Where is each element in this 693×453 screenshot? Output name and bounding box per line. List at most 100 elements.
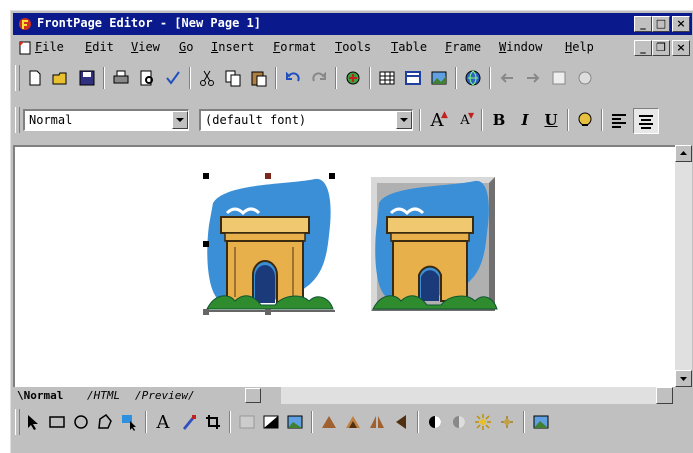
resize-handle-top-right[interactable] <box>329 173 335 179</box>
vertical-scrollbar[interactable] <box>675 145 692 387</box>
toolbar-grip[interactable] <box>15 409 20 435</box>
cut-icon[interactable] <box>195 66 219 90</box>
black-white-icon[interactable] <box>259 410 283 434</box>
menu-frame[interactable]: Frame <box>445 40 481 54</box>
chevron-down-icon <box>680 377 687 381</box>
resize-handle-left[interactable] <box>203 241 209 247</box>
tabs-scroll-button[interactable] <box>245 388 261 403</box>
highlight-hotspots-icon[interactable] <box>117 410 141 434</box>
menu-go[interactable]: Go <box>179 40 193 54</box>
forward-icon[interactable] <box>521 66 545 90</box>
doc-minimize-button[interactable]: _ <box>634 40 652 56</box>
washout-icon[interactable] <box>235 410 259 434</box>
document-icon[interactable] <box>17 40 33 56</box>
close-button[interactable]: × <box>672 16 690 32</box>
horizontal-scrollbar[interactable] <box>281 387 673 404</box>
doc-close-button[interactable]: × <box>672 40 690 56</box>
resize-handle-top[interactable] <box>265 173 271 179</box>
tab-normal[interactable]: \Normal <box>17 389 63 405</box>
polygon-icon[interactable] <box>93 410 117 434</box>
open-icon[interactable] <box>49 66 73 90</box>
print-icon[interactable] <box>109 66 133 90</box>
scroll-down-button[interactable] <box>675 370 692 387</box>
chevron-down-icon[interactable] <box>172 111 188 129</box>
refresh-icon[interactable] <box>547 66 571 90</box>
rectangle-icon[interactable] <box>45 410 69 434</box>
align-center-icon[interactable] <box>633 108 659 134</box>
toolbar-grip[interactable] <box>15 107 20 133</box>
new-page-icon[interactable] <box>23 66 47 90</box>
close-icon: × <box>676 17 686 30</box>
menu-help[interactable]: Help <box>565 40 594 54</box>
save-icon[interactable] <box>75 66 99 90</box>
menu-edit[interactable]: Edit <box>85 40 114 54</box>
less-brightness-icon[interactable] <box>495 410 519 434</box>
select-icon[interactable] <box>21 410 45 434</box>
print-preview-icon[interactable] <box>135 66 159 90</box>
flip-vertical-icon[interactable] <box>389 410 413 434</box>
font-dropdown[interactable]: (default font) <box>199 109 413 131</box>
decrease-font-size-button[interactable]: A ▼ <box>453 108 477 132</box>
redo-icon[interactable] <box>307 66 331 90</box>
webbot-icon[interactable] <box>341 66 365 90</box>
doc-restore-button[interactable]: ❐ <box>652 40 670 56</box>
bold-button[interactable]: B <box>487 108 511 132</box>
text-icon[interactable]: A <box>151 410 175 434</box>
menu-table[interactable]: Table <box>391 40 427 54</box>
circle-icon[interactable] <box>69 410 93 434</box>
menu-format[interactable]: Format <box>273 40 316 54</box>
resize-handle-top-left[interactable] <box>203 173 209 179</box>
undo-icon[interactable] <box>281 66 305 90</box>
minimize-icon: _ <box>640 17 646 30</box>
increase-font-size-button[interactable]: A ▲ <box>425 108 449 132</box>
back-icon[interactable] <box>495 66 519 90</box>
style-value: Normal <box>29 113 73 127</box>
toolbar-grip[interactable] <box>15 65 20 91</box>
underline-button[interactable]: U <box>539 108 563 132</box>
paste-icon[interactable] <box>247 66 271 90</box>
more-brightness-icon[interactable] <box>471 410 495 434</box>
frontpage-app-icon[interactable] <box>17 16 33 32</box>
menu-view[interactable]: View <box>131 40 160 54</box>
tab-html[interactable]: /HTML <box>87 389 120 405</box>
stop-icon[interactable] <box>573 66 597 90</box>
more-contrast-icon[interactable] <box>423 410 447 434</box>
rotate-left-icon[interactable] <box>317 410 341 434</box>
insert-image-icon[interactable] <box>427 66 451 90</box>
resize-handle-bottom[interactable] <box>265 309 271 315</box>
spelling-icon[interactable] <box>161 66 185 90</box>
copy-icon[interactable] <box>221 66 245 90</box>
style-dropdown[interactable]: Normal <box>23 109 189 131</box>
menu-insert[interactable]: Insert <box>211 40 254 54</box>
bevel-icon[interactable] <box>529 410 553 434</box>
tab-preview[interactable]: /Preview/ <box>135 389 195 405</box>
editor-canvas[interactable] <box>13 145 675 387</box>
crop-icon[interactable] <box>201 410 225 434</box>
restore-icon[interactable] <box>283 410 307 434</box>
flip-horizontal-icon[interactable] <box>365 410 389 434</box>
menu-file[interactable]: File <box>35 40 64 54</box>
minimize-button[interactable]: _ <box>634 16 652 32</box>
menu-tools[interactable]: Tools <box>335 40 371 54</box>
insert-columns-icon[interactable] <box>401 66 425 90</box>
scroll-right-button[interactable] <box>656 387 673 404</box>
arch-image-selected[interactable] <box>205 175 337 315</box>
italic-button[interactable]: I <box>513 108 537 132</box>
hyperlink-icon[interactable] <box>461 66 485 90</box>
chevron-down-icon[interactable] <box>396 111 412 129</box>
less-contrast-icon[interactable] <box>447 410 471 434</box>
italic-icon: I <box>521 111 529 129</box>
menu-window[interactable]: Window <box>499 40 542 54</box>
maximize-button[interactable]: □ <box>652 16 670 32</box>
frontpage-editor-window: FrontPage Editor - [New Page 1] _ □ × Fi… <box>10 10 693 453</box>
text-color-icon[interactable] <box>573 108 597 132</box>
arch-image-beveled[interactable] <box>367 173 501 315</box>
rotate-right-icon[interactable] <box>341 410 365 434</box>
title-bar[interactable]: FrontPage Editor - [New Page 1] _ □ × <box>13 13 692 35</box>
align-left-icon[interactable] <box>607 108 631 132</box>
standard-toolbar <box>13 61 692 95</box>
make-transparent-icon[interactable] <box>177 410 201 434</box>
scroll-up-button[interactable] <box>675 145 692 162</box>
resize-handle-bottom-left[interactable] <box>203 309 209 315</box>
insert-table-icon[interactable] <box>375 66 399 90</box>
